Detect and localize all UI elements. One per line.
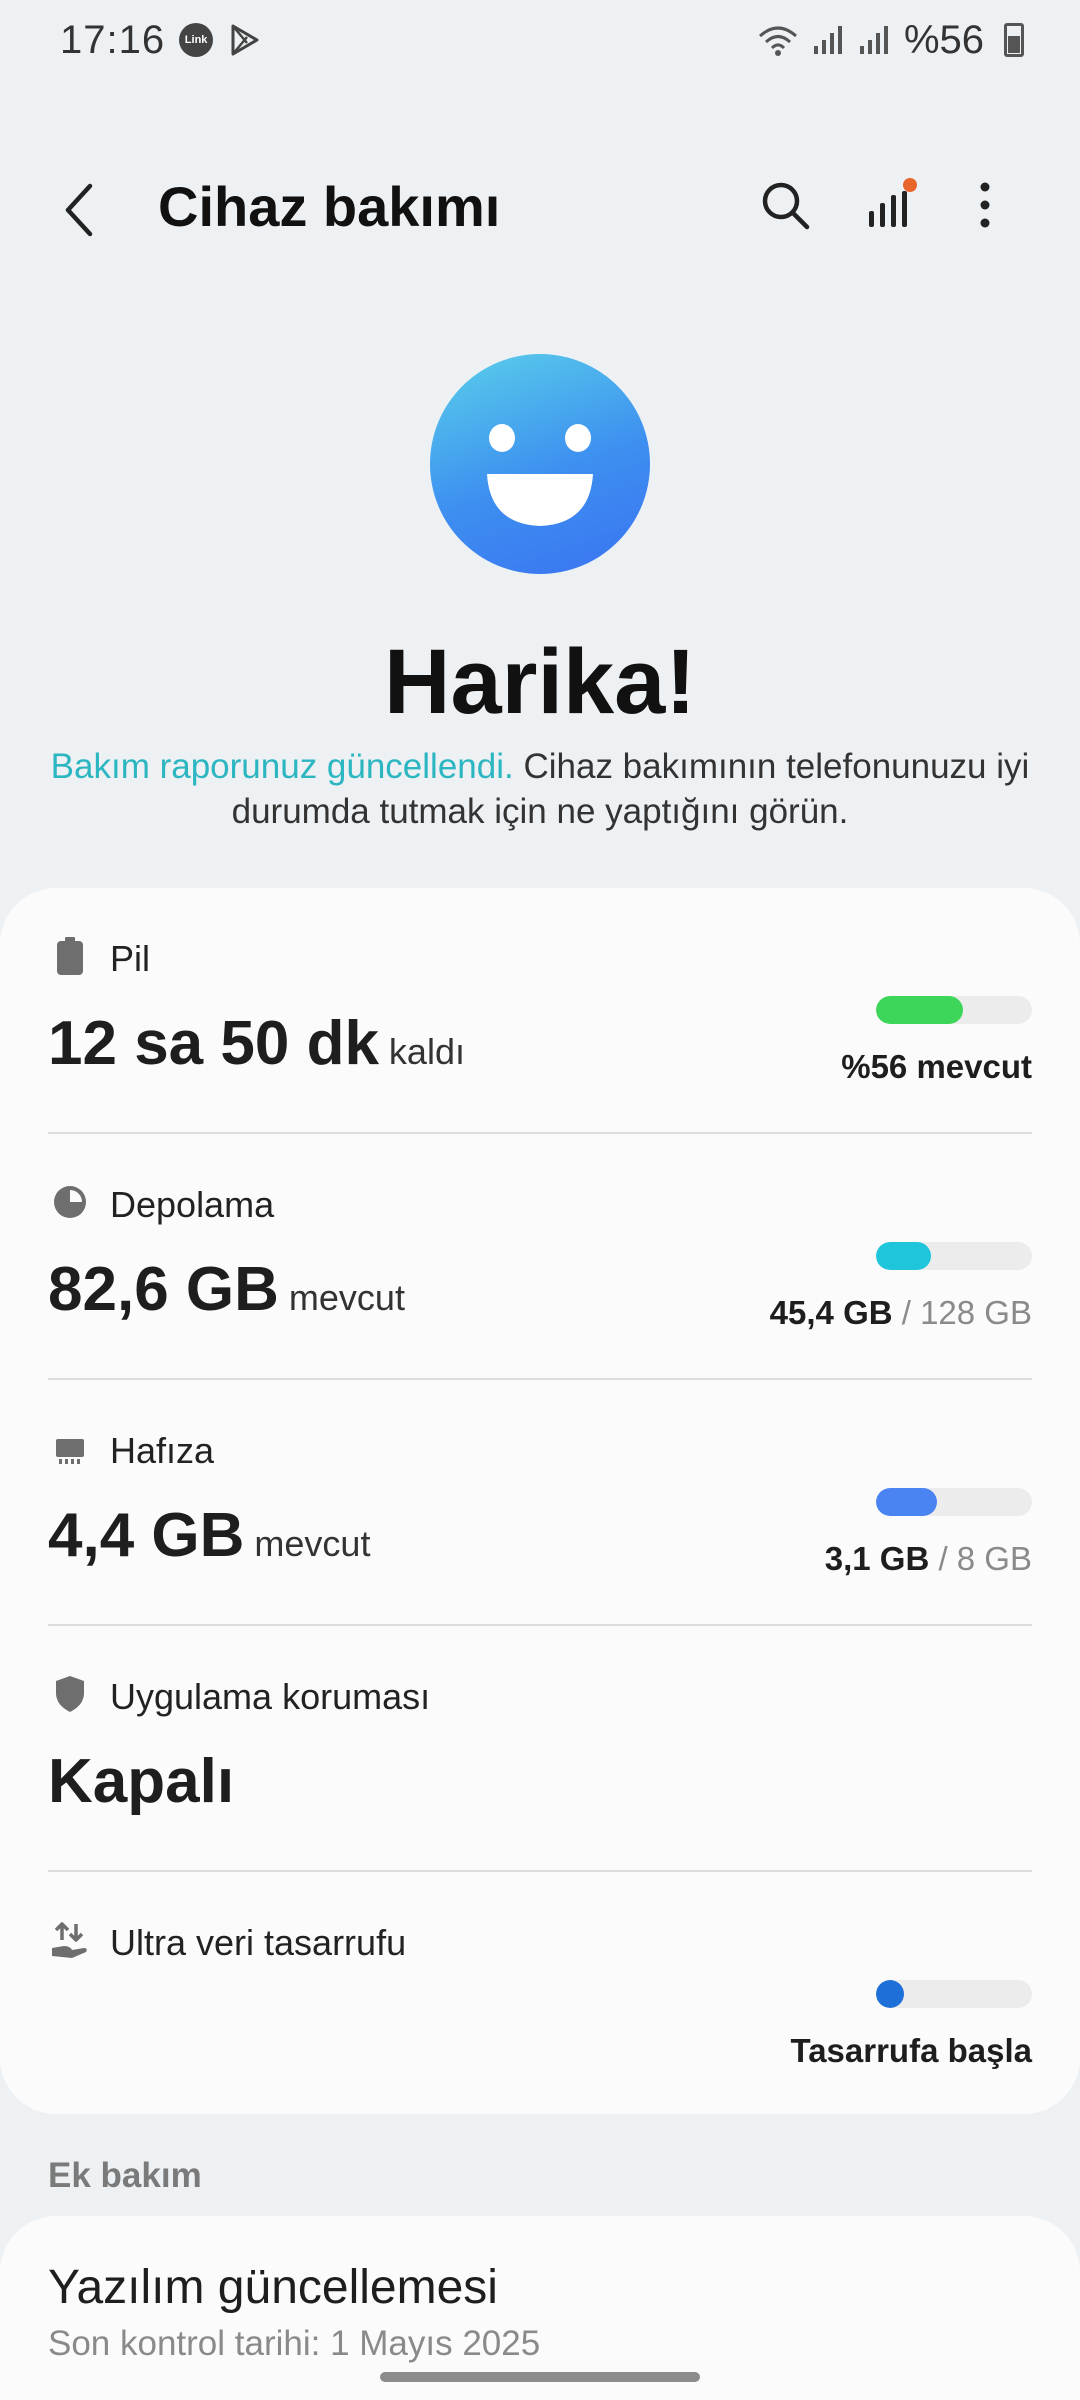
- status-right: %56: [758, 18, 1024, 63]
- storage-unit: mevcut: [288, 1277, 405, 1318]
- report-button[interactable]: [856, 170, 926, 240]
- memory-row[interactable]: Hafıza 4,4 GB mevcut 3,1 GB / 8 GB: [0, 1380, 1080, 1625]
- memory-used-value: 3,1 GB: [824, 1540, 930, 1577]
- battery-progress-bar: [876, 996, 1032, 1024]
- care-report-link[interactable]: Bakım raporunuz güncellendi.: [51, 747, 514, 786]
- memory-used: 3,1 GB / 8 GB: [825, 1540, 1032, 1578]
- status-bar: 17:16 Link %56: [0, 0, 1080, 80]
- memory-chip-icon: [50, 1426, 90, 1470]
- storage-progress-bar: [876, 1242, 1032, 1270]
- status-headline: Harika!: [384, 631, 696, 733]
- extra-care-section-label: Ek bakım: [48, 2156, 202, 2195]
- memory-progress-fill: [876, 1488, 937, 1516]
- battery-unit: kaldı: [388, 1031, 465, 1072]
- memory-available: 4,4 GB: [48, 1501, 245, 1570]
- battery-status-icon: [1004, 23, 1024, 57]
- bar-chart-icon: [869, 178, 917, 227]
- battery-icon: [50, 934, 90, 978]
- more-options-button[interactable]: [950, 170, 1020, 240]
- storage-label: Depolama: [110, 1184, 275, 1225]
- storage-used: 45,4 GB / 128 GB: [770, 1294, 1032, 1332]
- memory-unit: mevcut: [254, 1523, 371, 1564]
- back-icon: [65, 183, 93, 237]
- memory-total: / 8 GB: [929, 1540, 1032, 1577]
- battery-progress-fill: [876, 996, 963, 1024]
- app-protection-label: Uygulama koruması: [110, 1676, 431, 1717]
- data-saver-progress-bar: [876, 1980, 1032, 2008]
- search-button[interactable]: [750, 170, 820, 240]
- search-icon: [762, 182, 810, 230]
- shield-icon: [50, 1672, 90, 1716]
- pie-chart-icon: [50, 1180, 90, 1224]
- storage-total: / 128 GB: [892, 1294, 1032, 1331]
- data-saver-progress-fill: [876, 1980, 904, 2008]
- back-button[interactable]: [62, 180, 112, 240]
- signal-icon-2: [858, 24, 890, 56]
- software-update-title: Yazılım güncellemesi: [48, 2261, 498, 2314]
- happy-face-icon: [430, 354, 650, 574]
- battery-percentage: %56: [903, 17, 984, 62]
- storage-progress-fill: [876, 1242, 931, 1270]
- data-saver-label: Ultra veri tasarrufu: [110, 1922, 407, 1963]
- memory-label: Hafıza: [110, 1430, 215, 1471]
- storage-available: 82,6 GB: [48, 1255, 279, 1324]
- link-notification-icon: Link: [179, 23, 214, 57]
- data-saver-row[interactable]: Ultra veri tasarrufu Tasarrufa başla: [0, 1872, 1080, 2117]
- battery-time-remaining: 12 sa 50 dk: [48, 1009, 379, 1078]
- battery-label: Pil: [110, 938, 151, 979]
- app-bar: Cihaz bakımı: [0, 150, 1080, 260]
- device-care-card: Pil 12 sa 50 dk kaldı %56 mevcut Depolama…: [0, 888, 1080, 2114]
- status-left: 17:16 Link: [60, 18, 261, 63]
- storage-row[interactable]: Depolama 82,6 GB mevcut 45,4 GB / 128 GB: [0, 1134, 1080, 1379]
- battery-available: %56 mevcut: [841, 1048, 1032, 1086]
- signal-icon: [812, 24, 844, 56]
- wifi-icon: [758, 24, 798, 56]
- status-description: Bakım raporunuz güncellendi. Cihaz bakım…: [40, 744, 1040, 834]
- battery-available-text: %56 mevcut: [841, 1048, 1032, 1085]
- status-time: 17:16: [60, 17, 166, 62]
- page-title: Cihaz bakımı: [158, 175, 501, 238]
- software-update-last-checked: Son kontrol tarihi: 1 Mayıs 2025: [48, 2324, 541, 2363]
- memory-value: 4,4 GB mevcut: [48, 1500, 370, 1571]
- memory-progress-bar: [876, 1488, 1032, 1516]
- home-indicator[interactable]: [380, 2372, 700, 2382]
- data-saver-icon: [50, 1918, 90, 1962]
- play-store-icon: [227, 23, 261, 57]
- battery-row[interactable]: Pil 12 sa 50 dk kaldı %56 mevcut: [0, 888, 1080, 1133]
- app-protection-status: Kapalı: [48, 1747, 235, 1816]
- battery-value: 12 sa 50 dk kaldı: [48, 1008, 465, 1079]
- start-saving-text: Tasarrufa başla: [790, 2032, 1032, 2069]
- storage-value: 82,6 GB mevcut: [48, 1254, 405, 1325]
- start-saving-link[interactable]: Tasarrufa başla: [790, 2032, 1032, 2070]
- storage-used-value: 45,4 GB: [769, 1294, 893, 1331]
- more-options-icon: [980, 182, 990, 228]
- app-protection-row[interactable]: Uygulama koruması Kapalı: [0, 1626, 1080, 1871]
